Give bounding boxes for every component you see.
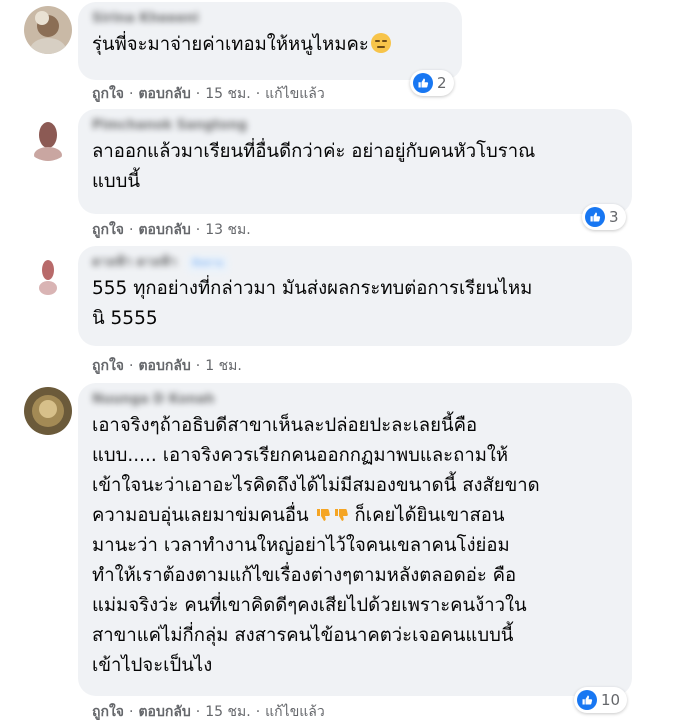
reply-link[interactable]: ตอบกลับ [138, 222, 190, 238]
comment-text: เอาจริงๆถ้าอธิบดีสาขาเห็นละปล่อยปะละเลยน… [92, 411, 618, 681]
separator-dot: · [129, 86, 134, 102]
comment-author[interactable]: Pimchanok Sangtong [92, 117, 618, 135]
avatar-image [24, 113, 72, 161]
separator-dot: · [195, 704, 201, 720]
separator-dot: · [255, 86, 261, 102]
comment-bubble: Sirina Kheeeni รุ่นพี่จะมาจ่ายค่าเทอมให้… [78, 2, 462, 80]
reply-link[interactable]: ตอบกลับ [138, 86, 190, 102]
comment-text-part: ก็เคยได้ยินเขาสอน มานะว่า เวลาทำงานใหญ่อ… [92, 505, 527, 676]
reaction-count: 2 [437, 74, 447, 92]
like-icon [577, 690, 597, 710]
reaction-count: 3 [609, 208, 619, 226]
avatar[interactable] [24, 6, 72, 54]
separator-dot: · [129, 704, 134, 720]
thumbs-down-icon [334, 509, 348, 521]
timestamp[interactable]: 15 ชม. [205, 86, 250, 102]
expressionless-face-icon [370, 33, 391, 53]
reaction-summary[interactable]: 10 [574, 687, 628, 713]
reaction-summary[interactable]: 3 [582, 204, 626, 230]
avatar[interactable] [24, 387, 72, 435]
comment-bubble: Nuunga D Konah เอาจริงๆถ้าอธิบดีสาขาเห็น… [78, 383, 632, 696]
edited-label[interactable]: แก้ไขแล้ว [265, 704, 325, 720]
reaction-summary[interactable]: 2 [410, 70, 454, 96]
separator-dot: · [195, 358, 201, 374]
reply-link[interactable]: ตอบกลับ [138, 358, 190, 374]
separator-dot: · [129, 358, 134, 374]
like-link[interactable]: ถูกใจ [92, 222, 124, 238]
avatar-image [24, 387, 72, 435]
avatar[interactable] [24, 250, 72, 298]
comment-author-name: ดาลฟ้า ดาลฟ้า [92, 255, 177, 270]
comment-bubble: Pimchanok Sangtong ลาออกแล้วมาเรียนที่อื… [78, 109, 632, 214]
comment-actions: ถูกใจ · ตอบกลับ · 1 ชม. [92, 357, 242, 375]
separator-dot: · [195, 86, 201, 102]
thumbs-down-icon [316, 509, 330, 521]
separator-dot: · [195, 222, 201, 238]
like-link[interactable]: ถูกใจ [92, 358, 124, 374]
avatar-image [24, 6, 72, 54]
author-badge[interactable]: ติดตาม [186, 255, 229, 273]
reply-link[interactable]: ตอบกลับ [138, 704, 190, 720]
comment-actions: ถูกใจ · ตอบกลับ · 15 ชม. · แก้ไขแล้ว [92, 85, 325, 103]
comment-bubble: ดาลฟ้า ดาลฟ้า ติดตาม 555 ทุกอย่างที่กล่าว… [78, 246, 632, 346]
like-link[interactable]: ถูกใจ [92, 86, 124, 102]
comment-text: ลาออกแล้วมาเรียนที่อื่นดีกว่าค่ะ อย่าอยู… [92, 141, 536, 192]
avatar-image [24, 250, 72, 298]
comment-author[interactable]: Nuunga D Konah [92, 391, 618, 409]
comment-author[interactable]: ดาลฟ้า ดาลฟ้า ติดตาม [92, 254, 618, 273]
separator-dot: · [129, 222, 134, 238]
edited-label[interactable]: แก้ไขแล้ว [265, 86, 325, 102]
timestamp[interactable]: 1 ชม. [205, 358, 242, 374]
like-icon [413, 73, 433, 93]
like-icon [585, 207, 605, 227]
comment-text-content: รุ่นพี่จะมาจ่ายค่าเทอมให้หนูไหมคะ [92, 34, 369, 55]
comment-thread: Sirina Kheeeni รุ่นพี่จะมาจ่ายค่าเทอมให้… [0, 0, 688, 725]
like-link[interactable]: ถูกใจ [92, 704, 124, 720]
reaction-count: 10 [601, 691, 621, 709]
comment-text: รุ่นพี่จะมาจ่ายค่าเทอมให้หนูไหมคะ [92, 30, 448, 60]
separator-dot: · [255, 704, 261, 720]
avatar[interactable] [24, 113, 72, 161]
comment-actions: ถูกใจ · ตอบกลับ · 13 ชม. [92, 221, 251, 239]
timestamp[interactable]: 13 ชม. [205, 222, 250, 238]
comment-author[interactable]: Sirina Kheeeni [92, 10, 448, 28]
comment-actions: ถูกใจ · ตอบกลับ · 15 ชม. · แก้ไขแล้ว [92, 703, 325, 721]
timestamp[interactable]: 15 ชม. [205, 704, 250, 720]
comment-text: 555 ทุกอย่างที่กล่าวมา มันส่งผลกระทบต่อก… [92, 278, 533, 329]
